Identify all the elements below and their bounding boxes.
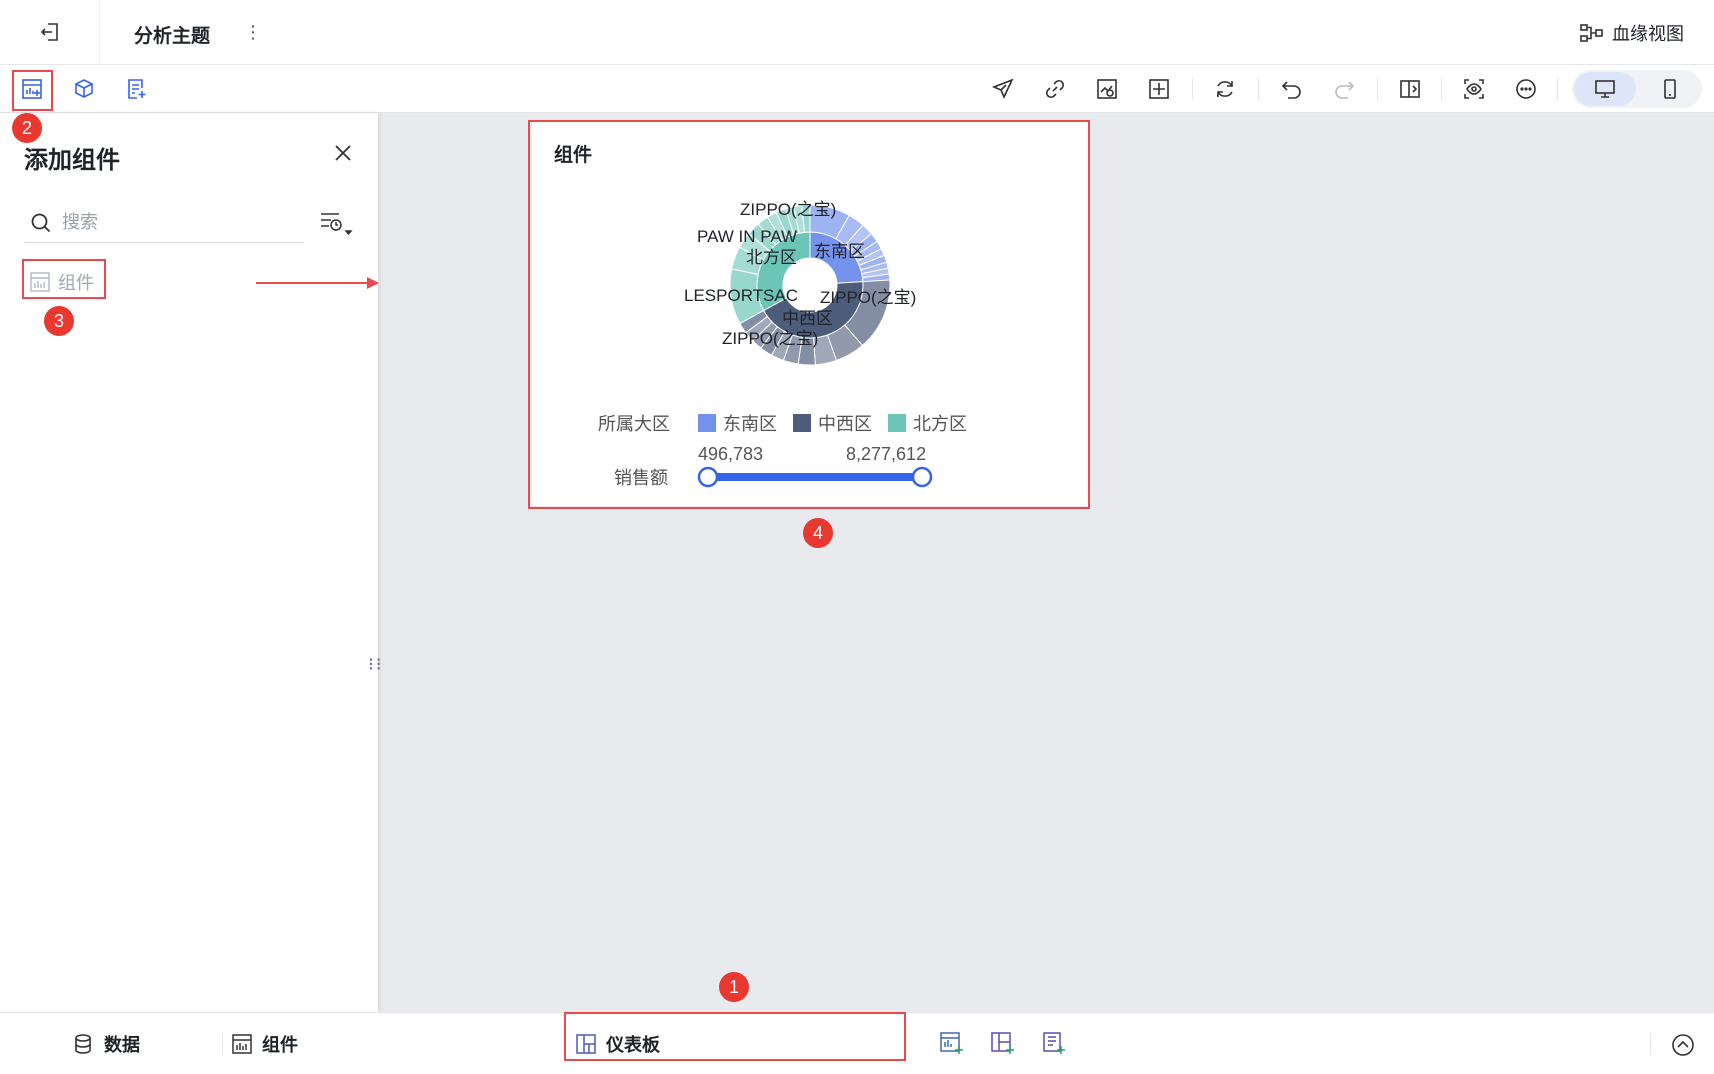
desktop-mode-button[interactable] xyxy=(1574,72,1636,106)
slider-min-value: 496,783 xyxy=(698,444,763,464)
outer-ring-label: PAW IN PAW xyxy=(697,227,797,246)
search-box xyxy=(24,203,304,243)
tab-components[interactable]: 组件 xyxy=(232,1026,298,1062)
close-icon[interactable] xyxy=(330,140,356,166)
top-bar: 分析主题 ⋮ 血缘视图 xyxy=(0,0,1714,65)
dashboard-component-card[interactable]: 组件 ZIPPO(之宝) PAW IN PAW 北方区 东南区 LESPORTSAC ZI… xyxy=(532,122,1088,506)
toolbar xyxy=(0,65,1714,113)
exit-icon[interactable] xyxy=(36,18,64,46)
tab-components-label: 组件 xyxy=(262,1035,298,1055)
component-item-label: 组件 xyxy=(58,273,94,293)
search-icon xyxy=(31,213,51,232)
outer-ring-label: ZIPPO(之宝) xyxy=(722,329,818,348)
slider-handle-max xyxy=(911,466,933,488)
page-title: 分析主题 xyxy=(134,26,211,47)
preview-icon[interactable] xyxy=(1459,74,1489,104)
step-badge-2: 2 xyxy=(12,113,42,143)
redo-icon[interactable] xyxy=(1329,74,1359,104)
component-list-item[interactable]: 组件 xyxy=(24,262,100,302)
link-icon[interactable] xyxy=(1040,74,1070,104)
divider xyxy=(1441,78,1442,100)
divider xyxy=(1557,78,1558,100)
search-input[interactable] xyxy=(62,212,282,233)
legend-label: 北方区 xyxy=(913,414,967,434)
filter-sort-icon[interactable] xyxy=(316,209,356,239)
inner-ring-label: 中西区 xyxy=(782,309,833,328)
outer-ring-label: ZIPPO(之宝) xyxy=(820,288,916,307)
dashboard-icon xyxy=(576,1034,596,1054)
lineage-icon xyxy=(1580,24,1603,42)
lineage-view-button[interactable]: 血缘视图 xyxy=(1580,18,1684,48)
outer-ring-label: ZIPPO(之宝) xyxy=(740,200,836,219)
legend-swatch xyxy=(888,414,906,432)
add-text-icon[interactable] xyxy=(121,74,151,104)
slider-handle-min xyxy=(697,466,719,488)
step-badge-4: 4 xyxy=(803,518,833,548)
tab-dashboard-label: 仪表板 xyxy=(606,1035,660,1055)
chart-component-icon xyxy=(232,1034,252,1054)
add-chart-icon[interactable] xyxy=(937,1029,967,1059)
tab-data[interactable]: 数据 xyxy=(72,1026,140,1062)
legend-swatch xyxy=(793,414,811,432)
chart-component-icon xyxy=(30,272,50,292)
slider-track xyxy=(708,473,922,481)
lineage-view-label: 血缘视图 xyxy=(1612,24,1684,44)
sunburst-chart: ZIPPO(之宝)PAW IN PAW北方区 东南区LESPORTSAC ZIPPO… xyxy=(598,200,967,488)
layout-grid-icon[interactable] xyxy=(1144,74,1174,104)
step-badge-3: 3 xyxy=(44,306,74,336)
divider xyxy=(1192,78,1193,100)
collapse-up-icon[interactable] xyxy=(1670,1032,1696,1058)
panel-title: 添加组件 xyxy=(24,147,120,174)
divider xyxy=(1258,78,1259,100)
slider-max-value: 8,277,612 xyxy=(846,444,926,464)
refresh-icon[interactable] xyxy=(1210,74,1240,104)
split-view-icon[interactable] xyxy=(1395,74,1425,104)
step-badge-1: 1 xyxy=(719,972,749,1002)
database-icon xyxy=(75,1034,91,1054)
bottom-bar: 数据 组件 仪表板 xyxy=(0,1012,1714,1074)
more-vertical-icon[interactable]: ⋮ xyxy=(243,20,263,44)
tab-dashboard[interactable]: 仪表板 xyxy=(576,1026,660,1062)
resize-handle[interactable]: ⁝⁝ xyxy=(368,655,383,673)
add-layout-icon[interactable] xyxy=(988,1029,1018,1059)
tab-data-label: 数据 xyxy=(104,1035,140,1055)
device-switcher xyxy=(1572,70,1702,108)
inner-ring-label: 东南区 xyxy=(814,242,865,261)
add-component-panel: 添加组件 组件 ⁝⁝ xyxy=(0,113,381,1012)
add-page-icon[interactable] xyxy=(1039,1029,1069,1059)
chart-search-icon[interactable] xyxy=(1092,74,1122,104)
divider xyxy=(1377,78,1378,100)
divider xyxy=(222,1033,223,1055)
outer-ring-label: LESPORTSAC xyxy=(684,286,798,305)
inner-ring-label: 北方区 xyxy=(746,248,797,267)
mobile-icon xyxy=(1664,79,1676,99)
legend-label: 中西区 xyxy=(818,414,872,434)
send-icon[interactable] xyxy=(988,74,1018,104)
range-slider[interactable]: 销售额 496,783 8,277,612 xyxy=(614,444,933,488)
chart-legend: 所属大区 东南区 中西区 北方区 xyxy=(598,414,967,434)
desktop-icon xyxy=(1595,80,1615,98)
divider xyxy=(1650,1033,1651,1055)
slider-label: 销售额 xyxy=(614,468,668,488)
add-component-icon[interactable] xyxy=(17,74,47,104)
divider xyxy=(99,0,100,65)
dataset-cube-icon[interactable] xyxy=(69,74,99,104)
legend-label: 东南区 xyxy=(723,414,777,434)
legend-swatch xyxy=(698,414,716,432)
mobile-mode-button[interactable] xyxy=(1650,72,1690,106)
legend-title: 所属大区 xyxy=(598,414,670,434)
more-circle-icon[interactable] xyxy=(1511,74,1541,104)
undo-icon[interactable] xyxy=(1277,74,1307,104)
drag-arrow xyxy=(256,277,379,289)
